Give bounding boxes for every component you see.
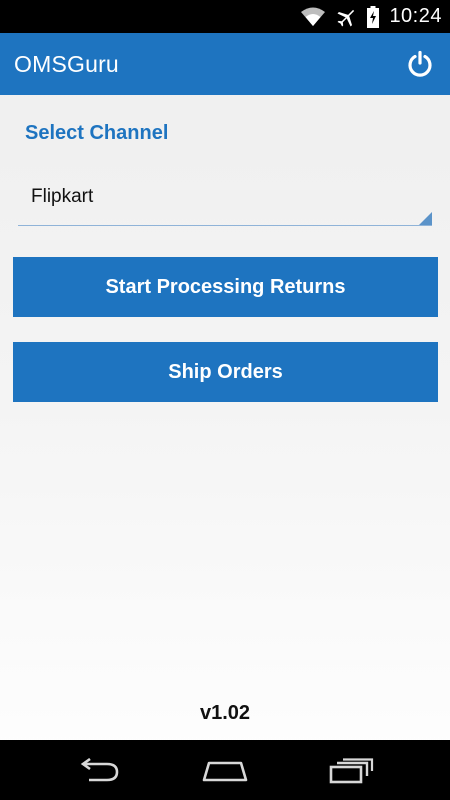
status-bar: 10:24 xyxy=(0,0,450,33)
app-title: OMSGuru xyxy=(14,50,119,77)
dropdown-arrow-icon xyxy=(419,212,432,225)
home-icon xyxy=(201,759,249,783)
navigation-bar xyxy=(0,740,450,800)
wifi-icon xyxy=(301,7,326,27)
power-icon xyxy=(406,50,434,78)
recents-icon xyxy=(329,758,375,784)
ship-orders-button[interactable]: Ship Orders xyxy=(13,342,438,402)
select-channel-label: Select Channel xyxy=(25,122,169,144)
action-bar: OMSGuru xyxy=(0,33,450,95)
home-button[interactable] xyxy=(195,754,255,788)
channel-selected-value: Flipkart xyxy=(31,186,94,207)
app-screen: 10:24 OMSGuru Select Channel Flipkart St… xyxy=(0,0,450,800)
airplane-icon xyxy=(335,6,357,28)
back-icon xyxy=(77,758,123,784)
back-button[interactable] xyxy=(70,754,130,788)
recents-button[interactable] xyxy=(322,754,382,788)
channel-spinner[interactable]: Flipkart xyxy=(18,170,432,226)
status-clock: 10:24 xyxy=(389,5,442,27)
battery-charging-icon xyxy=(367,5,380,28)
start-processing-returns-button[interactable]: Start Processing Returns xyxy=(13,257,438,317)
power-button[interactable] xyxy=(404,48,436,80)
version-label: v1.02 xyxy=(199,702,251,724)
